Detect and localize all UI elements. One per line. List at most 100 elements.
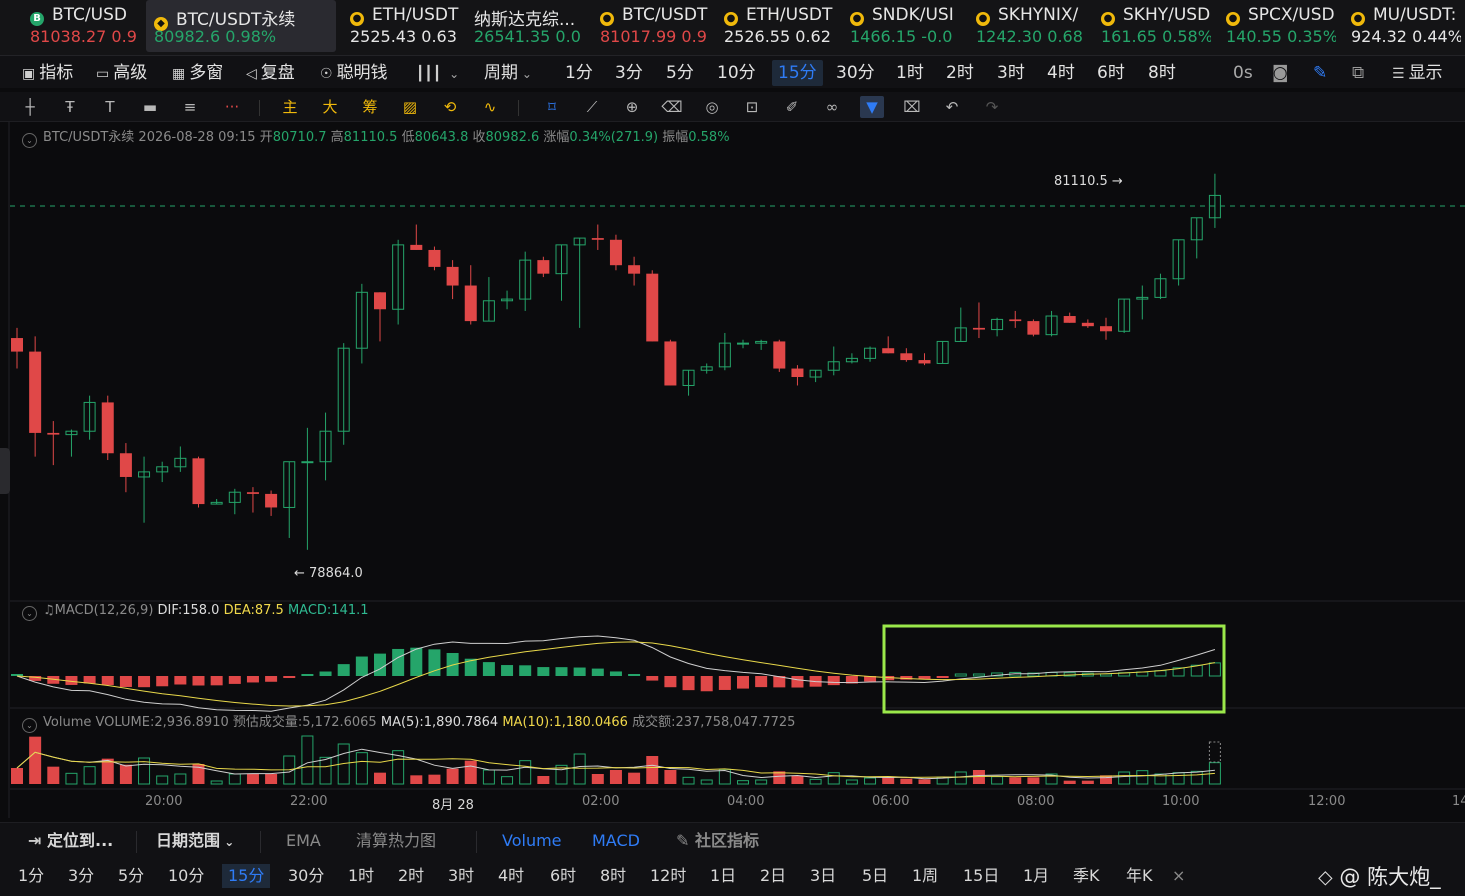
- ticker-tab[interactable]: B BTC/USD 81038.27 0.9: [22, 0, 140, 52]
- bottom-interval-18[interactable]: 15日: [963, 864, 999, 888]
- bottom-interval-9[interactable]: 4时: [498, 864, 524, 888]
- macd-bar: [519, 665, 532, 676]
- ruler-icon[interactable]: ▬: [138, 96, 162, 118]
- display-button[interactable]: ☰ 显示: [1392, 60, 1443, 86]
- smart-money-button[interactable]: ☉ 聪明钱: [320, 60, 388, 86]
- indicators-button[interactable]: ▣ 指标: [22, 60, 73, 86]
- bottom-interval-13[interactable]: 1日: [710, 864, 736, 888]
- interval-0[interactable]: 1分: [565, 60, 593, 86]
- ticker-price: 81038.27 0.9: [30, 27, 137, 46]
- interval-1[interactable]: 3分: [615, 60, 643, 86]
- fib-icon[interactable]: ≡: [178, 96, 202, 118]
- ticker-tab[interactable]: ● ETH/USDT 2525.43 0.63: [342, 0, 460, 52]
- bottom-interval-16[interactable]: 5日: [862, 864, 888, 888]
- candle-type-dropdown[interactable]: ┃┃┃ ⌄: [416, 60, 459, 86]
- bottom-interval-6[interactable]: 1时: [348, 864, 374, 888]
- interval-11[interactable]: 8时: [1148, 60, 1176, 86]
- interval-8[interactable]: 3时: [997, 60, 1025, 86]
- side-collapse-tab[interactable]: [0, 448, 10, 494]
- locate-button[interactable]: ⇥ 定位到...: [28, 829, 113, 853]
- eraser-icon[interactable]: ⌫: [660, 96, 684, 118]
- time-label: 20:00: [145, 794, 183, 809]
- lock-icon[interactable]: ⊡: [740, 96, 764, 118]
- ticker-tab[interactable]: ● SKHYNIX/1242.30 0.68: [968, 0, 1086, 52]
- interval-2[interactable]: 5分: [666, 60, 694, 86]
- interval-10[interactable]: 6时: [1097, 60, 1125, 86]
- trash-icon[interactable]: ⌧: [900, 96, 924, 118]
- date-range-dropdown[interactable]: 日期范围 ⌄: [156, 829, 234, 853]
- measure-icon[interactable]: ⟋: [580, 96, 604, 118]
- bottom-interval-2[interactable]: 5分: [118, 864, 144, 888]
- interval-5[interactable]: 30分: [836, 60, 875, 86]
- interval-4[interactable]: 15分: [772, 60, 823, 86]
- close-icon[interactable]: ×: [1172, 864, 1185, 888]
- bottom-interval-19[interactable]: 1月: [1023, 864, 1049, 888]
- link-icon[interactable]: ∞: [820, 96, 844, 118]
- chips-toggle[interactable]: 筹: [358, 96, 382, 118]
- bottom-interval-11[interactable]: 8时: [600, 864, 626, 888]
- bookmark-icon[interactable]: ⌑: [540, 96, 564, 118]
- more-dots-icon[interactable]: ···: [220, 96, 244, 118]
- community-indicator-button[interactable]: ✎ 社区指标: [676, 829, 759, 853]
- bottom-interval-4[interactable]: 15分: [222, 864, 271, 888]
- eye-icon[interactable]: ◎: [700, 96, 724, 118]
- bottom-interval-8[interactable]: 3时: [448, 864, 474, 888]
- big-order-toggle[interactable]: 大: [318, 96, 342, 118]
- redo-icon[interactable]: ↷: [980, 96, 1004, 118]
- interval-3[interactable]: 10分: [717, 60, 756, 86]
- interval-9[interactable]: 4时: [1047, 60, 1075, 86]
- ticker-tab[interactable]: ● SNDK/USI 1466.15 -0.0: [842, 0, 960, 52]
- bottom-interval-7[interactable]: 2时: [398, 864, 424, 888]
- replay-button[interactable]: ◁ 复盘: [246, 60, 295, 86]
- text-cursor-icon[interactable]: Ŧ: [58, 96, 82, 118]
- bottom-interval-20[interactable]: 季K: [1073, 864, 1100, 888]
- chart-area[interactable]: ⌄ BTC/USDT永续 2026-08-28 09:15 开80710.7 高8…: [0, 122, 1465, 818]
- bell-icon[interactable]: ♫: [43, 603, 55, 618]
- ticker-tab[interactable]: ◆ BTC/USDT永续 80982.6 0.98%: [146, 0, 336, 52]
- multiwindow-button[interactable]: ▦ 多窗: [172, 60, 223, 86]
- wave-icon[interactable]: ∿: [478, 96, 502, 118]
- bottom-interval-21[interactable]: 年K: [1126, 864, 1153, 888]
- vertical-line-icon[interactable]: ┼: [18, 96, 42, 118]
- bottom-interval-0[interactable]: 1分: [18, 864, 44, 888]
- advanced-button[interactable]: ▭ 高级: [96, 60, 147, 86]
- bottom-interval-17[interactable]: 1周: [912, 864, 938, 888]
- bottom-interval-1[interactable]: 3分: [68, 864, 94, 888]
- ticker-tab[interactable]: ● SKHY/USD 161.65 0.58%: [1093, 0, 1211, 52]
- main-chart-toggle[interactable]: 主: [278, 96, 302, 118]
- interval-6[interactable]: 1时: [896, 60, 924, 86]
- ticker-tab[interactable]: ● BTC/USDT 81017.99 0.9: [592, 0, 710, 52]
- collapse-icon[interactable]: ⌄: [22, 718, 37, 733]
- camera-icon[interactable]: ◙: [1272, 60, 1289, 86]
- bottom-interval-15[interactable]: 3日: [810, 864, 836, 888]
- collapse-icon[interactable]: ⌄: [22, 606, 37, 621]
- bottom-interval-10[interactable]: 6时: [550, 864, 576, 888]
- period-dropdown[interactable]: 周期 ⌄: [484, 60, 532, 86]
- heatmap-icon[interactable]: ▨: [398, 96, 422, 118]
- ticker-tab[interactable]: 纳斯达克综... 26541.35 0.0: [466, 0, 584, 52]
- volume-indicator[interactable]: Volume: [502, 829, 562, 853]
- macd-indicator[interactable]: MACD: [592, 829, 640, 853]
- ema-indicator[interactable]: EMA: [286, 829, 321, 853]
- filter-icon[interactable]: ▼: [860, 96, 884, 118]
- candle-body: [1100, 326, 1112, 332]
- undo-icon[interactable]: ↶: [940, 96, 964, 118]
- ticker-tab[interactable]: ● ETH/USDT 2526.55 0.62: [716, 0, 834, 52]
- ticker-tab[interactable]: ● SPCX/USD 140.55 0.35%: [1218, 0, 1336, 52]
- edit-icon[interactable]: ✐: [780, 96, 804, 118]
- zoom-in-icon[interactable]: ⊕: [620, 96, 644, 118]
- new-window-icon[interactable]: ⧉: [1352, 60, 1364, 86]
- pen-icon[interactable]: ✎: [1313, 60, 1327, 86]
- bottom-interval-5[interactable]: 30分: [288, 864, 324, 888]
- heatmap-indicator[interactable]: 清算热力图: [356, 829, 436, 853]
- volume-bar: [65, 772, 78, 785]
- refresh-icon[interactable]: ⟲: [438, 96, 462, 118]
- interval-7[interactable]: 2时: [946, 60, 974, 86]
- bottom-interval-3[interactable]: 10分: [168, 864, 204, 888]
- text-icon[interactable]: T: [98, 96, 122, 118]
- collapse-icon[interactable]: ⌄: [22, 133, 37, 148]
- bottom-interval-14[interactable]: 2日: [760, 864, 786, 888]
- ticker-tab[interactable]: ● MU/USDT: 924.32 0.44%: [1343, 0, 1461, 52]
- volume-bar: [83, 766, 96, 785]
- bottom-interval-12[interactable]: 12时: [650, 864, 686, 888]
